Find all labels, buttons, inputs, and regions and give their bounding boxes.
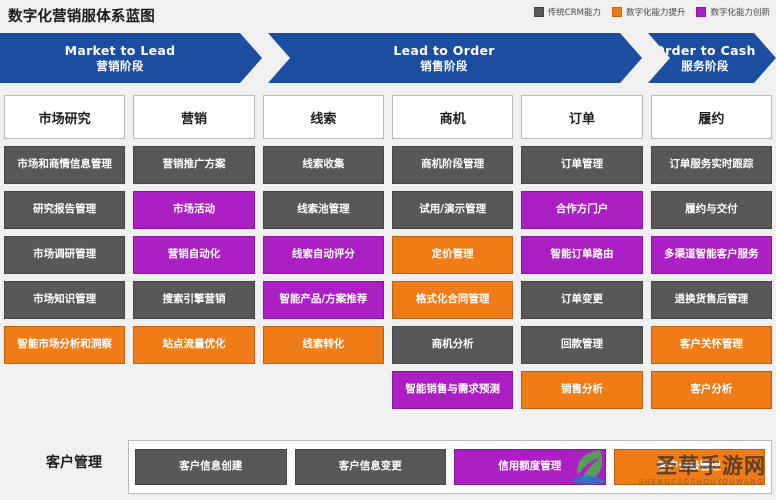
capability-card[interactable]: 线索收集	[262, 146, 384, 184]
legend-item-digital-uplift: 数字化能力提升	[611, 6, 686, 18]
column-market-research: 市场研究 市场和商情信息管理 研究报告管理 市场调研管理 市场知识管理 智能市场…	[4, 95, 126, 409]
capability-card[interactable]: 线索转化	[262, 326, 384, 364]
capability-card[interactable]: 履约与交付	[650, 191, 772, 229]
column-header: 商机	[392, 95, 514, 139]
capability-card[interactable]: 客户信息创建	[135, 449, 287, 485]
legend-label-digital-uplift: 数字化能力提升	[625, 8, 686, 18]
legend-swatch-purple	[696, 7, 707, 17]
legend-label-legacy-crm: 传统CRM能力	[547, 8, 601, 18]
capability-card[interactable]: 试用/演示管理	[392, 191, 514, 229]
capability-card[interactable]: 客户关怀管理	[650, 326, 772, 364]
capability-card[interactable]: 订单管理	[521, 146, 643, 184]
column-fulfillment: 履约 订单服务实时跟踪 履约与交付 多渠道智能客户服务 退换货售后管理 客户关怀…	[650, 95, 772, 409]
stage-arrow-market-to-lead: Market to Lead 营销阶段	[0, 33, 262, 83]
capability-card[interactable]: 商机阶段管理	[392, 146, 514, 184]
customer-management-panel: 客户信息创建 客户信息变更 信用额度管理 客户分级管理	[128, 440, 772, 494]
legend-label-digital-innovation: 数字化能力创新	[710, 8, 770, 18]
legend-swatch-gray	[533, 7, 544, 17]
page-header: 数字化营销服体系蓝图 传统CRM能力 数字化能力提升 数字化能力创新	[0, 0, 776, 30]
column-header: 市场研究	[4, 95, 126, 139]
capability-card[interactable]: 智能产品/方案推荐	[262, 281, 384, 319]
column-order: 订单 订单管理 合作方门户 智能订单路由 订单变更 回款管理 销售分析	[521, 95, 643, 409]
stage-arrow-lead-to-order: Lead to Order 销售阶段	[268, 33, 642, 83]
customer-management-row: 客户管理 客户信息创建 客户信息变更 信用额度管理 客户分级管理	[0, 434, 776, 498]
capability-card[interactable]: 营销自动化	[133, 236, 255, 274]
capability-card[interactable]: 商机分析	[392, 326, 514, 364]
capability-card[interactable]: 定价管理	[392, 236, 514, 274]
column-opportunity: 商机 商机阶段管理 试用/演示管理 定价管理 格式化合同管理 商机分析 智能销售…	[392, 95, 514, 409]
capability-grid: 市场研究 市场和商情信息管理 研究报告管理 市场调研管理 市场知识管理 智能市场…	[0, 95, 776, 409]
legend: 传统CRM能力 数字化能力提升 数字化能力创新	[533, 6, 770, 18]
capability-card[interactable]: 智能订单路由	[521, 236, 643, 274]
capability-card[interactable]: 回款管理	[521, 326, 643, 364]
stage-arrow-order-to-cash: Order to Cash 服务阶段	[648, 33, 776, 83]
capability-card[interactable]: 客户信息变更	[294, 449, 446, 485]
stage-arrow-title-zh-1: 营销阶段	[96, 58, 144, 73]
capability-card[interactable]: 订单变更	[521, 281, 643, 319]
capability-card[interactable]: 市场活动	[133, 191, 255, 229]
capability-card[interactable]: 市场知识管理	[4, 281, 126, 319]
capability-card[interactable]: 格式化合同管理	[392, 281, 514, 319]
capability-card[interactable]: 研究报告管理	[4, 191, 126, 229]
capability-card[interactable]: 市场调研管理	[4, 236, 126, 274]
legend-swatch-orange	[611, 7, 622, 17]
column-marketing: 营销 营销推广方案 市场活动 营销自动化 搜索引擎营销 站点流量优化	[133, 95, 255, 409]
stage-arrow-title-en-1: Market to Lead	[64, 43, 176, 59]
capability-card[interactable]: 合作方门户	[521, 191, 643, 229]
capability-card[interactable]: 订单服务实时跟踪	[650, 146, 772, 184]
legend-item-legacy-crm: 传统CRM能力	[533, 6, 601, 18]
capability-card[interactable]: 市场和商情信息管理	[4, 146, 126, 184]
blueprint-diagram: 数字化营销服体系蓝图 传统CRM能力 数字化能力提升 数字化能力创新 Marke…	[0, 0, 776, 500]
column-header: 线索	[262, 95, 384, 139]
capability-card[interactable]: 线索自动评分	[262, 236, 384, 274]
column-lead: 线索 线索收集 线索池管理 线索自动评分 智能产品/方案推荐 线索转化	[262, 95, 384, 409]
capability-card[interactable]: 营销推广方案	[133, 146, 255, 184]
stage-arrow-band: Market to Lead 营销阶段 Lead to Order 销售阶段 O…	[0, 33, 776, 83]
customer-management-label: 客户管理	[46, 455, 102, 471]
stage-arrow-title-zh-2: 销售阶段	[420, 58, 468, 73]
capability-card[interactable]: 信用额度管理	[454, 449, 606, 485]
capability-card[interactable]: 站点流量优化	[133, 326, 255, 364]
capability-card-placeholder	[263, 371, 384, 409]
capability-card-placeholder	[133, 371, 254, 409]
capability-card[interactable]: 客户分级管理	[613, 449, 765, 485]
column-header: 订单	[521, 95, 643, 139]
capability-card[interactable]: 退换货售后管理	[650, 281, 772, 319]
stage-arrow-title-en-3: Order to Cash	[654, 43, 756, 59]
column-header: 营销	[133, 95, 255, 139]
capability-card[interactable]: 智能市场分析和洞察	[4, 326, 126, 364]
capability-card[interactable]: 智能销售与需求预测	[392, 371, 514, 409]
capability-card[interactable]: 多渠道智能客户服务	[650, 236, 772, 274]
capability-card[interactable]: 搜索引擎营销	[133, 281, 255, 319]
stage-arrow-title-zh-3: 服务阶段	[681, 58, 729, 73]
capability-card[interactable]: 线索池管理	[262, 191, 384, 229]
stage-arrow-title-en-2: Lead to Order	[393, 43, 495, 59]
legend-item-digital-innovation: 数字化能力创新	[696, 6, 770, 18]
capability-card-placeholder	[4, 371, 125, 409]
page-title: 数字化营销服体系蓝图	[8, 9, 155, 25]
column-header: 履约	[650, 95, 772, 139]
capability-card[interactable]: 客户分析	[650, 371, 772, 409]
capability-card[interactable]: 销售分析	[521, 371, 643, 409]
